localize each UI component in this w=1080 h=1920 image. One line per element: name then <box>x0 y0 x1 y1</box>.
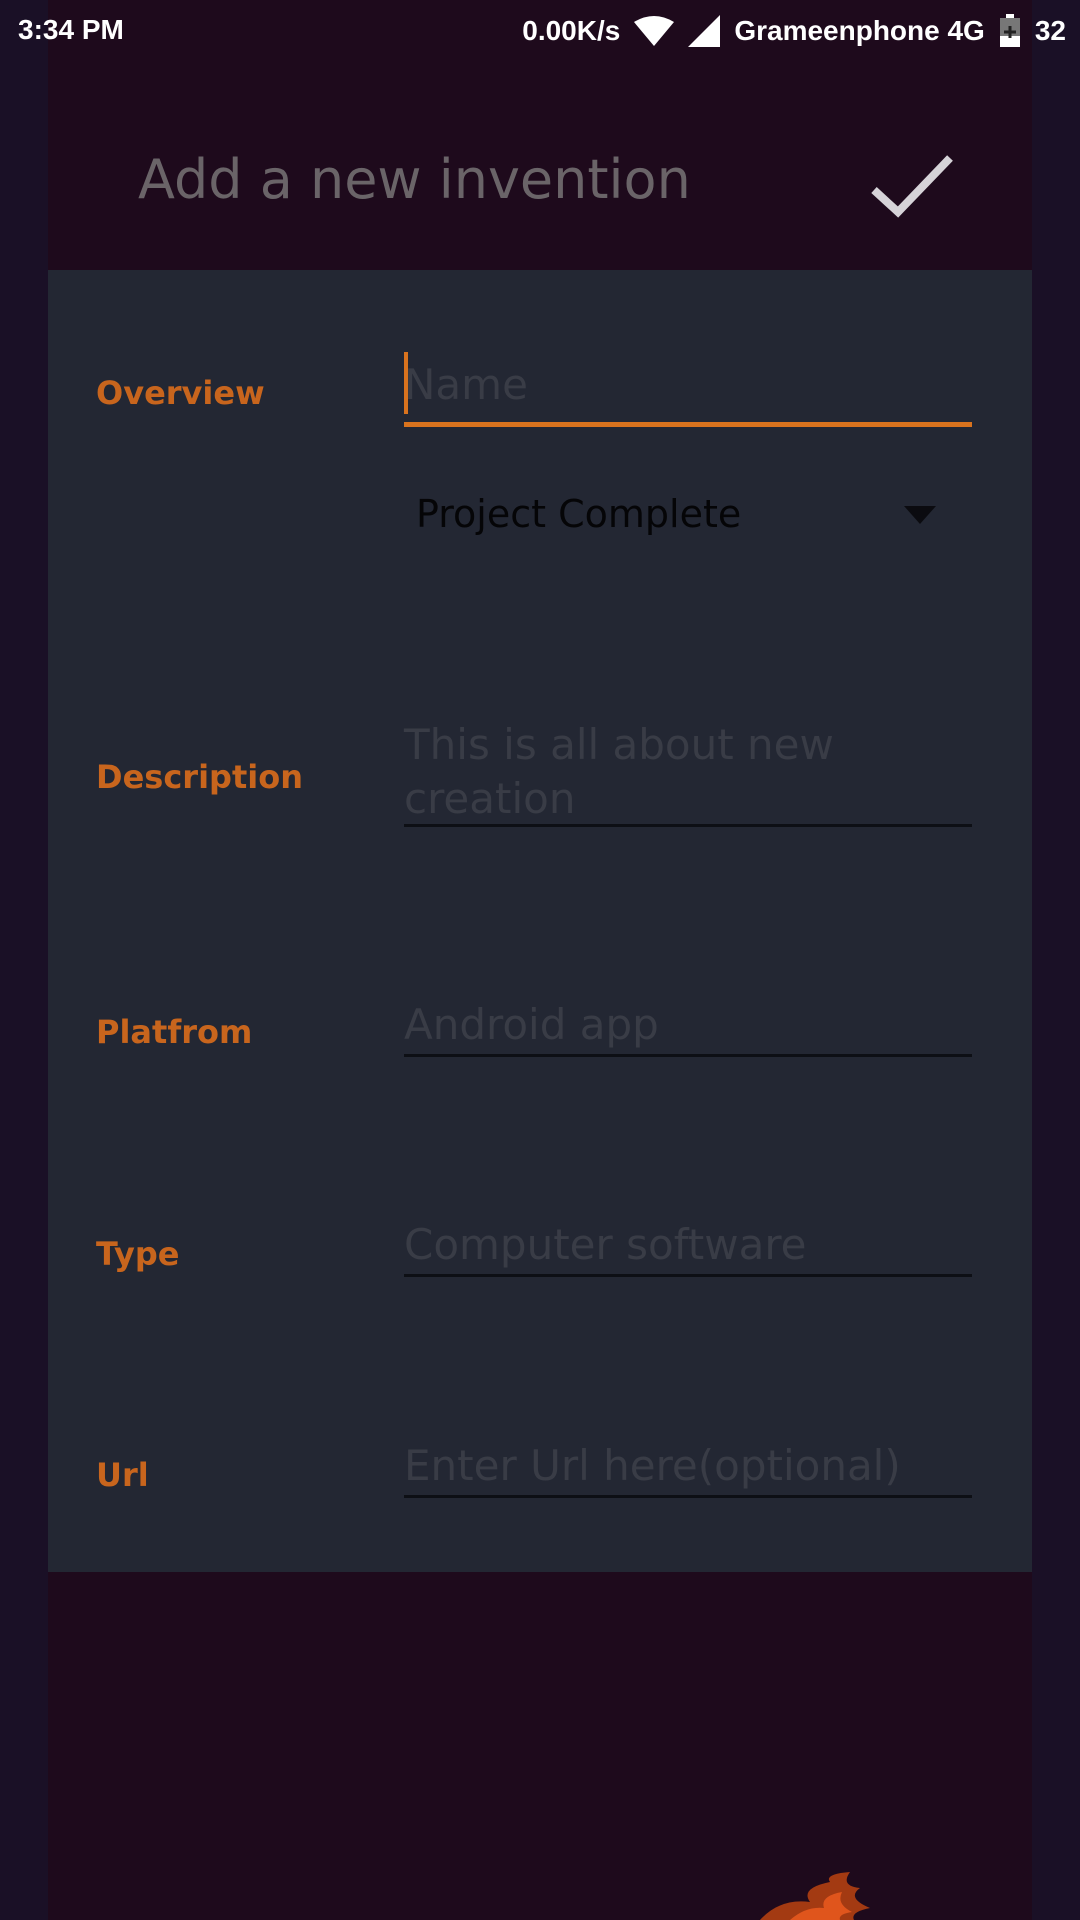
platform-input[interactable]: Android app <box>404 998 972 1057</box>
net-speed: 0.00K/s <box>522 15 621 46</box>
description-label: Description <box>96 758 303 796</box>
dropdown-arrow-icon <box>904 506 936 524</box>
status-indicators: 0.00K/s Grameenphone 4G 32 <box>522 14 1066 48</box>
dialog-title: Add a new invention <box>138 148 691 211</box>
battery-level: 32 <box>1034 15 1066 46</box>
type-input[interactable]: Computer software <box>404 1218 972 1277</box>
url-input[interactable]: Enter Url here(optional) <box>404 1439 972 1498</box>
invention-form: Overview Name Project Complete Descripti… <box>48 270 1032 1572</box>
overview-label: Overview <box>96 374 265 412</box>
status-time: 3:34 PM <box>18 14 124 45</box>
name-placeholder: Name <box>404 360 528 409</box>
status-dropdown-value: Project Complete <box>416 492 742 536</box>
description-input[interactable]: This is all about new creation <box>404 718 972 827</box>
dialog-header: Add a new invention <box>48 60 1032 270</box>
type-label: Type <box>96 1235 180 1273</box>
wifi-icon <box>634 16 675 46</box>
checkmark-icon <box>871 155 953 218</box>
screen: 3:34 PM 0.00K/s Grameenphone 4G 32 Add a… <box>0 0 1080 1920</box>
platform-label: Platfrom <box>96 1013 253 1051</box>
confirm-button[interactable] <box>868 152 958 222</box>
url-label: Url <box>96 1456 149 1494</box>
carrier-name: Grameenphone 4G <box>734 15 985 46</box>
signal-icon <box>688 15 721 47</box>
name-input[interactable]: Name <box>404 350 972 427</box>
status-dropdown[interactable]: Project Complete <box>416 484 936 544</box>
flame-decoration <box>750 1868 880 1920</box>
battery-icon <box>999 14 1021 48</box>
status-bar: 3:34 PM 0.00K/s Grameenphone 4G 32 <box>0 0 1080 60</box>
